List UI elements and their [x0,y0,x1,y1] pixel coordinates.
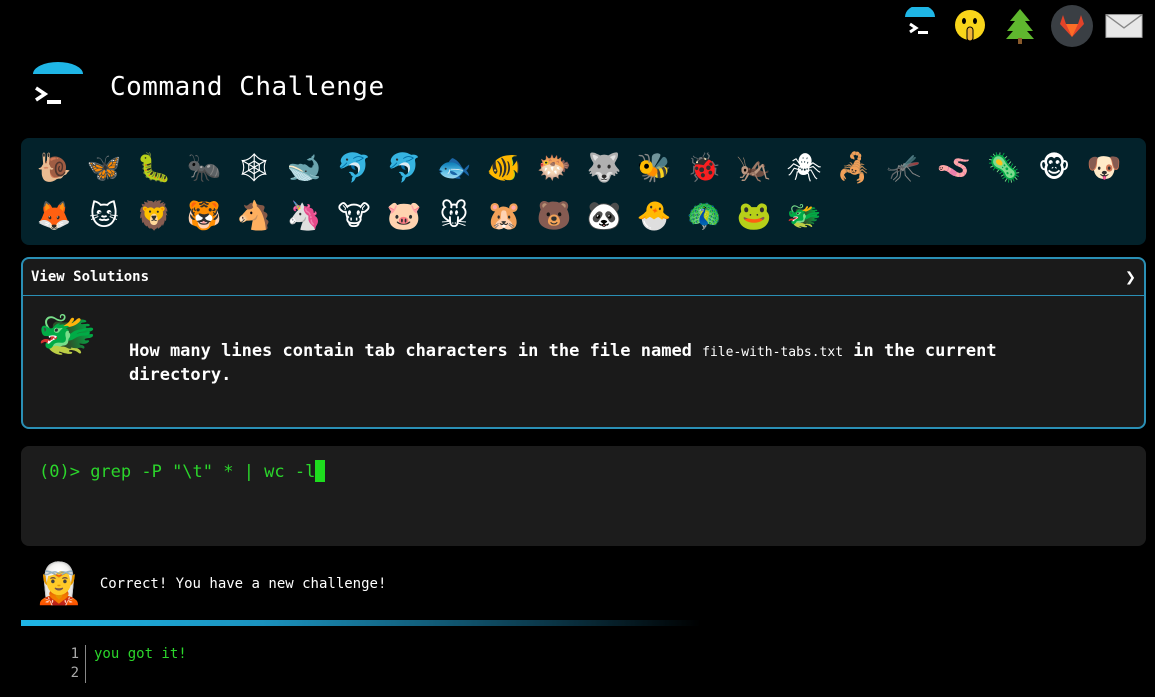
line-number-gutter: 1 2 [60,645,86,683]
challenge-icon[interactable]: 🦂 [829,144,879,192]
challenge-icon[interactable]: 🦄 [279,192,329,240]
gitlab-icon [1060,15,1084,37]
challenge-icon[interactable]: 🦁 [129,192,179,240]
terminal-icon [905,7,935,34]
terminal-nav-button[interactable] [901,7,939,45]
challenge-icon[interactable]: 🐸 [729,192,779,240]
challenge-icon[interactable]: 🐞 [679,144,729,192]
challenge-icon[interactable]: 🐮 [329,192,379,240]
tree-button[interactable] [1001,7,1039,45]
challenge-icon[interactable]: 🐼 [579,192,629,240]
feedback: 🧝 Correct! You have a new challenge! [34,556,386,612]
challenge-icon[interactable]: 🦋 [79,144,129,192]
challenge-icon[interactable]: 🪱 [929,144,979,192]
command-output: 1 2 you got it! [60,645,187,683]
challenge-icon[interactable]: 🐬 [379,144,429,192]
challenge-icon[interactable]: 🐯 [179,192,229,240]
view-solutions-header[interactable]: View Solutions ❯ [23,259,1144,296]
progress-bar [21,620,701,626]
challenge-icon[interactable]: 🐷 [379,192,429,240]
top-nav [901,4,1143,48]
challenge-icon[interactable]: 🦚 [679,192,729,240]
challenge-icon[interactable]: 🐋 [279,144,329,192]
view-solutions-label: View Solutions [31,269,150,285]
chevron-right-icon[interactable]: ❯ [1125,267,1136,288]
elf-icon: 🧝 [34,561,84,607]
challenge-icon[interactable]: 🐺 [579,144,629,192]
line-number: 1 [70,646,79,662]
challenge-icon[interactable]: 🦟 [879,144,929,192]
challenge-icon[interactable]: 🐣 [629,192,679,240]
challenge-icon[interactable]: 🐌 [29,144,79,192]
challenge-icon[interactable]: 🐠 [479,144,529,192]
email-button[interactable] [1105,7,1143,45]
challenge-icon[interactable]: 🐟 [429,144,479,192]
challenge-icon[interactable]: 🦊 [29,192,79,240]
gitlab-button[interactable] [1051,5,1093,47]
challenge-icon[interactable]: 🐴 [229,192,279,240]
challenge-question: How many lines contain tab characters in… [129,340,1089,387]
challenge-icon[interactable]: 🦗 [729,144,779,192]
header: Command Challenge [28,62,385,112]
shushing-face-button[interactable] [951,7,989,45]
challenge-icon[interactable]: 🐵 [1029,144,1079,192]
shushing-face-icon [955,10,985,42]
challenge-icon[interactable]: 🐡 [529,144,579,192]
terminal-input[interactable]: (0)> grep -P "\t" * | wc -l [21,446,1146,546]
terminal-logo-icon [33,62,83,104]
challenge-icon[interactable]: 🐲 [779,192,829,240]
challenge-icon[interactable]: 🐶 [1079,144,1129,192]
challenge-icon[interactable]: 🐝 [629,144,679,192]
challenge-icon[interactable]: 🐜 [179,144,229,192]
terminal-cursor [315,460,326,482]
app-logo[interactable] [28,62,88,112]
challenge-icon[interactable]: 🐹 [479,192,529,240]
challenge-icon[interactable]: 🐻 [529,192,579,240]
question-text-start: How many lines contain tab characters in… [129,341,703,361]
challenge-icon[interactable]: 🐭 [429,192,479,240]
challenge-icon[interactable]: 🕷 [779,144,829,192]
terminal-command[interactable]: grep -P "\t" * | wc -l [90,462,315,482]
terminal-prompt: (0)> [39,462,91,482]
page-title: Command Challenge [110,72,385,102]
output-line: you got it! [94,646,187,662]
dragon-icon: 🐲 [37,306,97,362]
challenge-icon[interactable]: 🦠 [979,144,1029,192]
challenge-icon[interactable]: 🐬 [329,144,379,192]
line-number: 2 [70,665,79,681]
envelope-icon [1105,14,1143,38]
challenge-icon[interactable]: 🐛 [129,144,179,192]
challenge-body: 🐲 How many lines contain tab characters … [23,296,1144,427]
challenge-icon[interactable]: 🕸 [229,144,279,192]
challenge-list: 🐌 🦋 🐛 🐜 🕸 🐋 🐬 🐬 🐟 🐠 🐡 🐺 🐝 🐞 🦗 🕷 🦂 🦟 🪱 🦠 🐵 🐶 🦊 🐱 🦁 🐯 🐴 🦄 🐮 🐷 🐭 🐹 🐻 🐼 🐣 🦚 🐸 🐲 [21,138,1146,245]
feedback-message: Correct! You have a new challenge! [99,576,387,592]
tree-icon [1006,9,1034,44]
challenge-icon[interactable]: 🐱 [79,192,129,240]
output-lines: you got it! [86,645,187,683]
question-filename: file-with-tabs.txt [702,345,844,360]
challenge-panel: View Solutions ❯ 🐲 How many lines contai… [21,257,1146,429]
